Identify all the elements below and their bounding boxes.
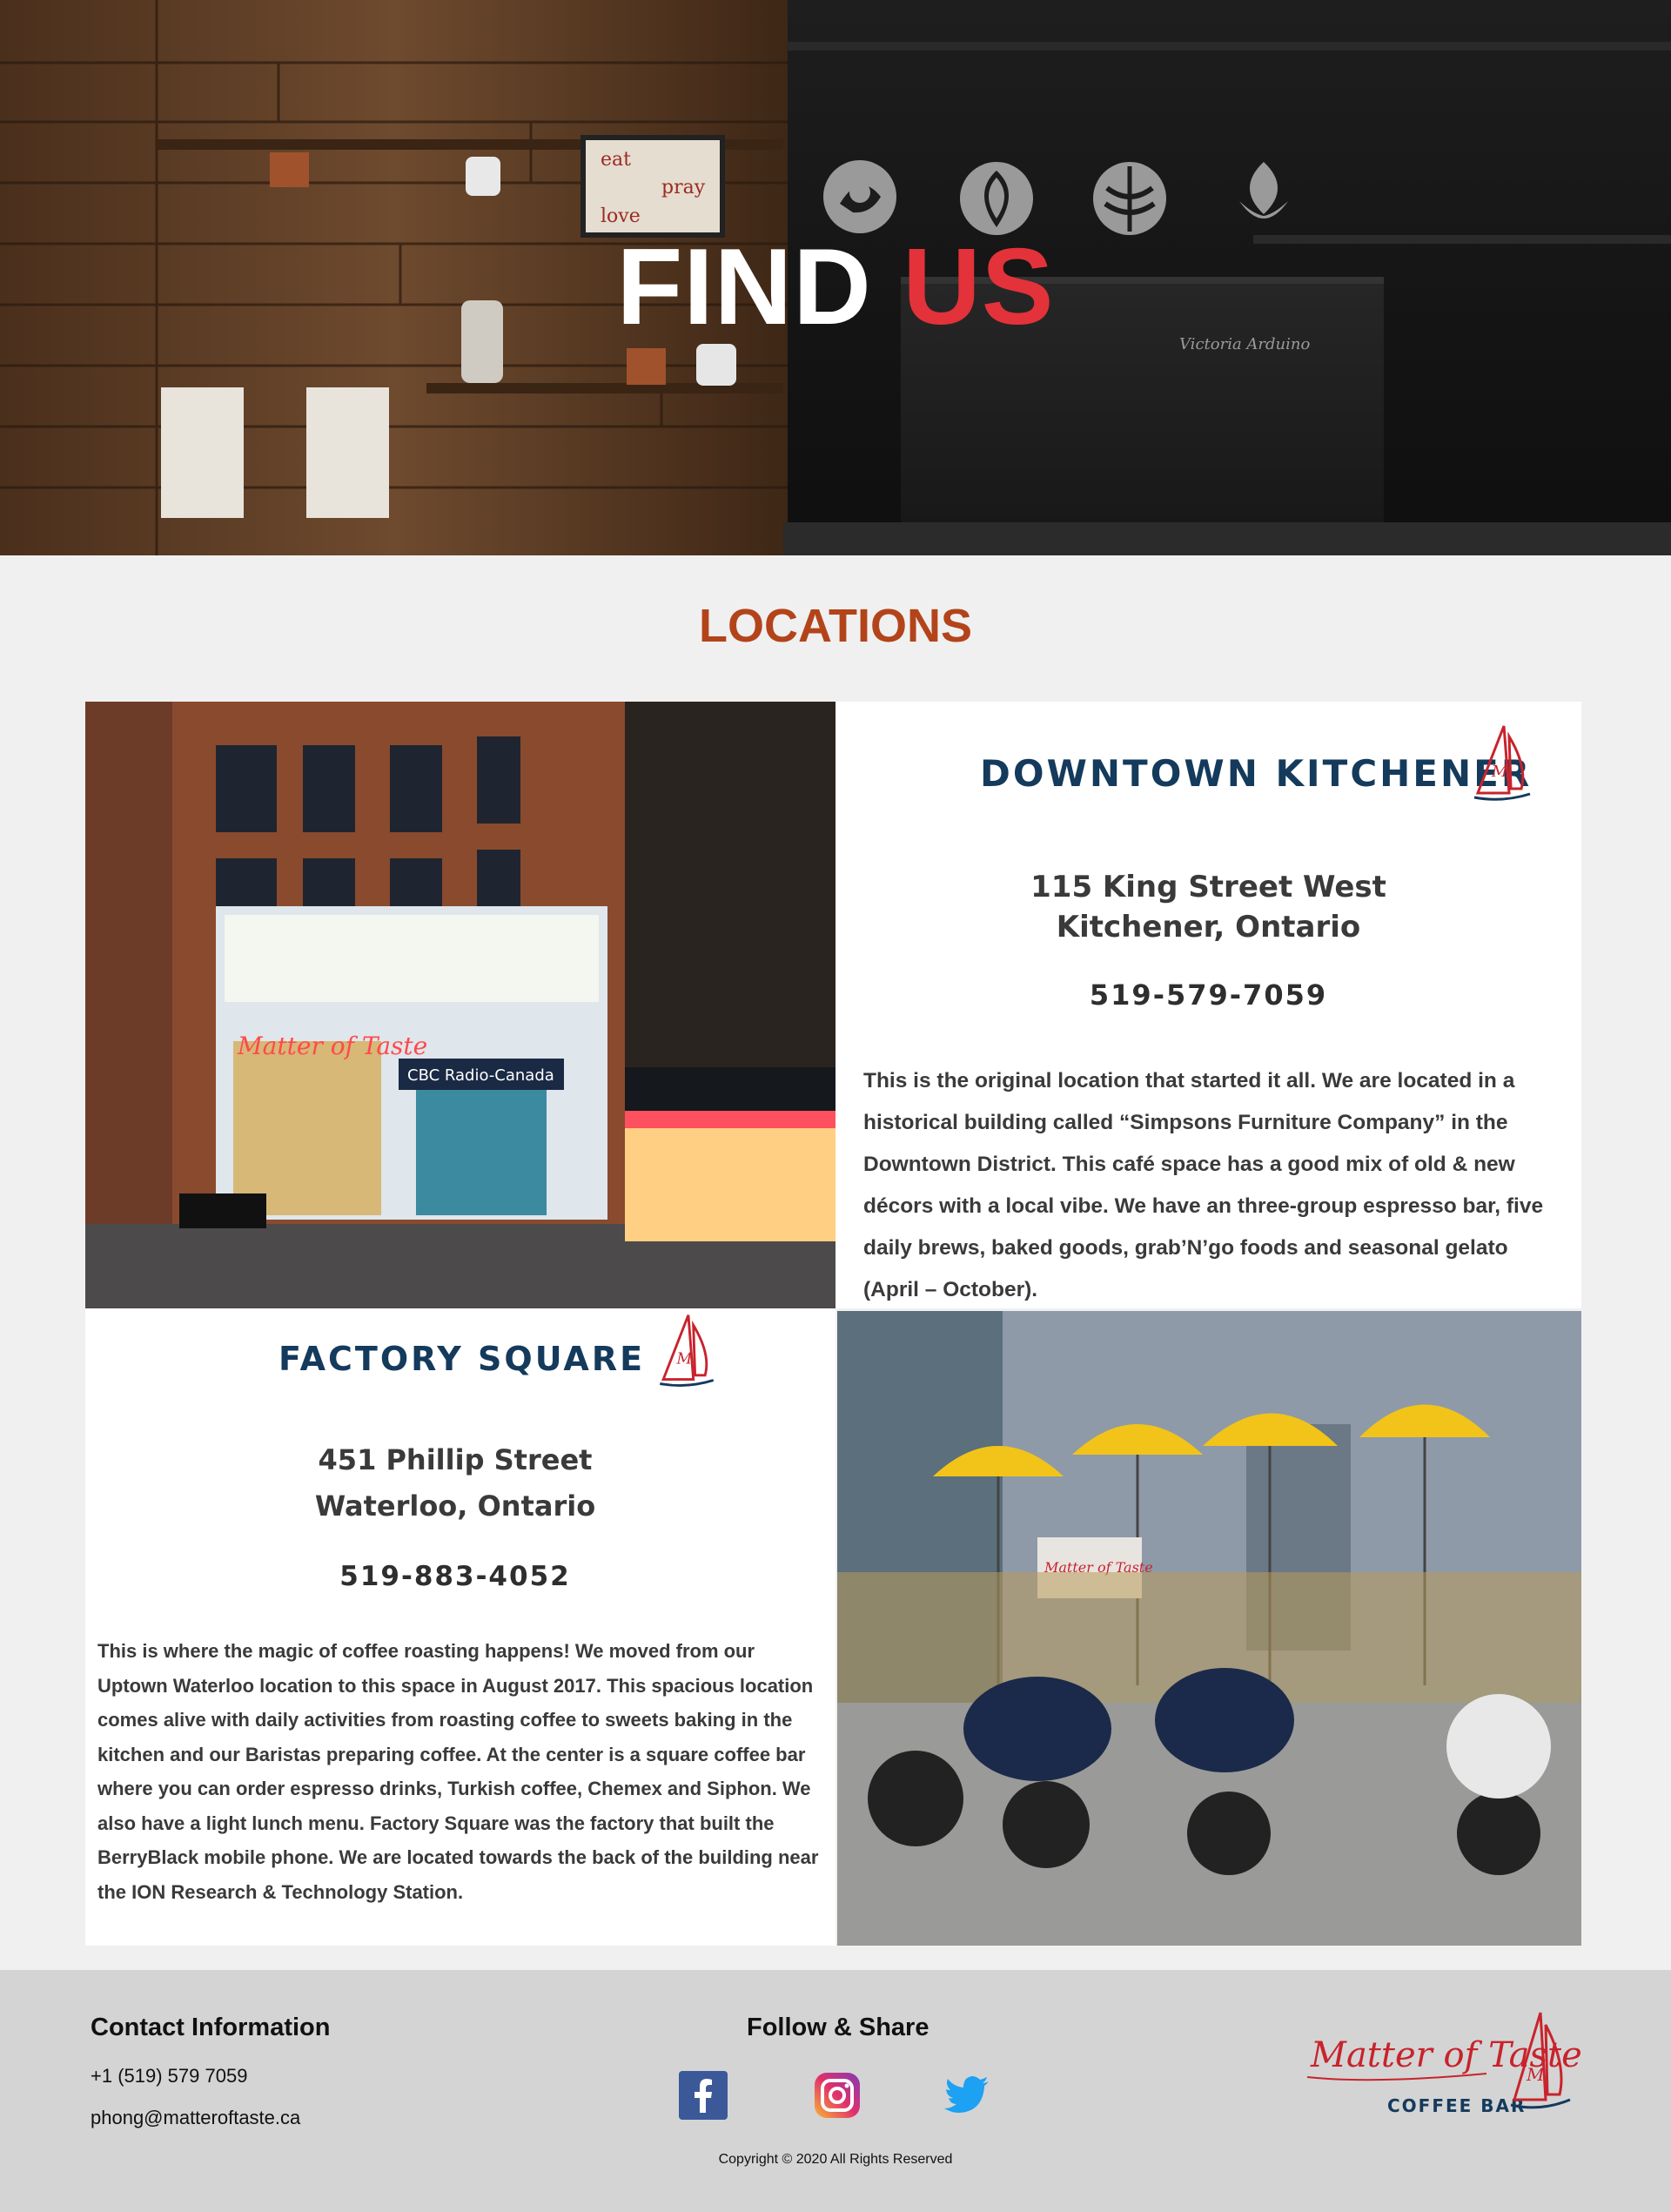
- description-kitchener: This is the original location that start…: [863, 1069, 1544, 1301]
- address-line1: 115 King Street West: [1030, 870, 1386, 904]
- facebook-icon[interactable]: [679, 2071, 728, 2120]
- sailboat-logo-icon: M: [1473, 725, 1531, 801]
- svg-text:love: love: [601, 205, 641, 227]
- factory-info-panel: FACTORY SQUARE M 451 Phillip Street Wate…: [85, 1308, 836, 1946]
- hero-banner: eat pray love Victoria Arduino FIND US: [0, 0, 1671, 555]
- latte-art-icon: [1093, 162, 1166, 235]
- section-title: LOCATIONS: [699, 600, 972, 652]
- kitchener-photo: Matter of Taste CBC Radio-Canada: [85, 702, 836, 1308]
- address-factory: 451 Phillip Street Waterloo, Ontario: [85, 1437, 825, 1530]
- svg-text:M: M: [675, 1350, 693, 1368]
- title-red-text: US: [903, 227, 1055, 347]
- instagram-icon[interactable]: [813, 2071, 862, 2120]
- sailboat-logo-icon: M: [660, 1314, 715, 1387]
- follow-title: Follow & Share: [747, 2014, 929, 2041]
- twitter-icon[interactable]: [943, 2071, 992, 2120]
- matter-of-taste-logo[interactable]: Matter of Taste COFFEE BAR M: [1304, 2004, 1582, 2135]
- contact-email[interactable]: phong@matteroftaste.ca: [91, 2107, 300, 2129]
- photo-sign-matter-of-taste: Matter of Taste: [237, 1032, 427, 1060]
- location-name-kitchener: DOWNTOWN KITCHENER: [980, 752, 1533, 795]
- svg-text:pray: pray: [661, 177, 706, 198]
- logo-sub-text: COFFEE BAR: [1387, 2095, 1526, 2116]
- phone-factory: 519-883-4052: [339, 1561, 571, 1592]
- shelf: [788, 42, 1671, 50]
- page-title: FIND US: [0, 233, 1671, 341]
- photo-sign-cbc: CBC Radio-Canada: [407, 1066, 554, 1085]
- contact-title: Contact Information: [91, 2014, 331, 2041]
- address-line2: Kitchener, Ontario: [1056, 910, 1361, 945]
- factory-photo: Matter of Taste: [837, 1311, 1581, 1946]
- phone-kitchener: 519-579-7059: [1089, 978, 1328, 1012]
- address-line1: 451 Phillip Street: [318, 1443, 593, 1476]
- kitchener-info-panel: DOWNTOWN KITCHENER M 115 King Street Wes…: [836, 702, 1581, 1308]
- copyright-text: Copyright © 2020 All Rights Reserved: [718, 2152, 953, 2167]
- address-kitchener: 115 King Street West Kitchener, Ontario: [836, 867, 1581, 947]
- svg-text:eat: eat: [601, 149, 631, 171]
- description-factory: This is where the magic of coffee roasti…: [97, 1640, 819, 1903]
- latte-art-icon: [1239, 162, 1288, 219]
- address-line2: Waterloo, Ontario: [314, 1489, 596, 1523]
- counter: [783, 522, 1671, 555]
- title-white-text: FIND: [616, 227, 872, 347]
- svg-text:M: M: [1526, 2064, 1545, 2085]
- svg-text:M: M: [1491, 763, 1508, 781]
- location-name-factory: FACTORY SQUARE: [278, 1340, 646, 1378]
- contact-phone[interactable]: +1 (519) 579 7059: [91, 2065, 247, 2088]
